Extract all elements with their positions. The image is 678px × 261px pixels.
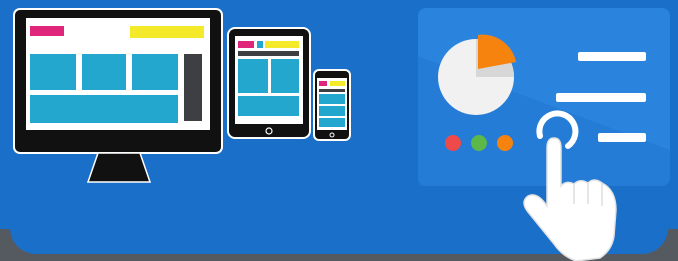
indicator-dot-orange — [497, 135, 513, 151]
phone-nav-yellow — [330, 81, 345, 86]
phone-tile-1 — [319, 94, 345, 104]
devices-illustration — [13, 8, 670, 261]
phone-tile-2 — [319, 106, 345, 116]
phone-icon — [313, 69, 351, 141]
tablet-nav-blue — [257, 41, 263, 48]
monitor-nav-yellow — [130, 26, 204, 38]
monitor-sidebar — [184, 54, 202, 121]
illustration-scene — [0, 0, 678, 261]
tablet-tile-1 — [238, 59, 268, 93]
legend-line-2 — [556, 93, 646, 102]
monitor-stand — [86, 152, 152, 183]
phone-bar — [319, 89, 345, 92]
indicator-dot-red — [445, 135, 461, 151]
monitor-tile-3 — [132, 54, 178, 90]
desktop-monitor-icon — [13, 8, 223, 183]
legend-line-1 — [578, 52, 646, 61]
tablet-tile-3 — [238, 96, 299, 116]
tablet-nav-yellow — [265, 41, 299, 48]
monitor-tile-1 — [30, 54, 76, 90]
legend-line-3 — [598, 133, 646, 142]
tablet-bar — [238, 51, 299, 56]
tablet-tile-2 — [271, 59, 299, 93]
monitor-tile-2 — [82, 54, 126, 90]
phone-nav-pink — [319, 81, 327, 86]
dashboard-card — [418, 8, 670, 186]
tablet-nav-pink — [238, 41, 254, 48]
phone-tile-3 — [319, 118, 345, 127]
indicator-dot-green — [471, 135, 487, 151]
tablet-icon — [227, 27, 311, 139]
monitor-nav-pink — [30, 26, 64, 36]
monitor-wide-tile — [30, 95, 178, 123]
